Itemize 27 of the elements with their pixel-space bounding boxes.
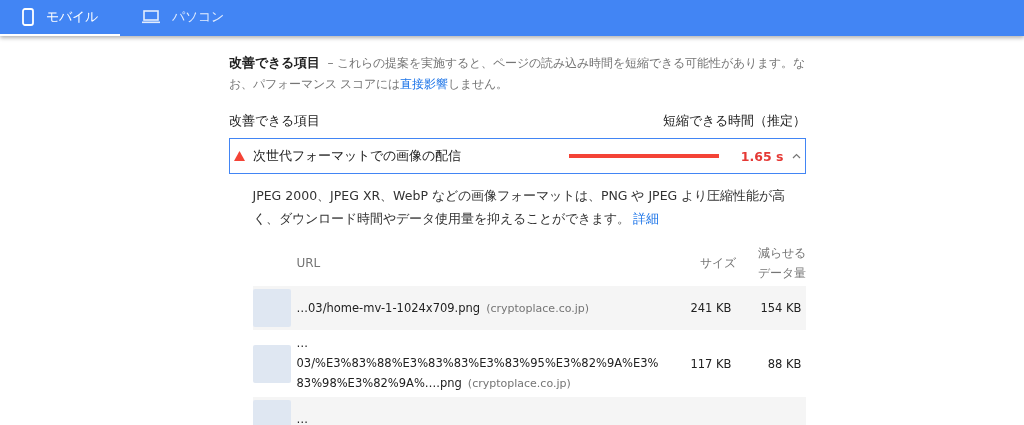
learn-more-link[interactable]: 詳細 bbox=[629, 211, 660, 226]
url-cell-text: …03/home-mv-1-1024x709.png (cryptoplace.co.jp) bbox=[296, 299, 591, 317]
column-header: 減らせるデータ量 bbox=[756, 245, 806, 282]
savings-value: 1.65 s bbox=[740, 148, 784, 164]
header-label: 改善できる項目 bbox=[228, 113, 320, 130]
size-cell-text: 117 KB bbox=[689, 355, 733, 373]
section-description: 改善できる項目 – これらの提案を実施すると、ページの読み込み時間を短縮できる可能性があります。なお、パフォーマンス スコアには直接影響しません。 bbox=[228, 54, 806, 93]
photo-placeholder bbox=[252, 289, 291, 327]
url-cell-text: … bbox=[296, 411, 309, 425]
chevron-icon[interactable] bbox=[791, 153, 801, 159]
url-cell-text: … 03/%E3%83%88%E3%83%83%E3%83%95%E3%82%9A%E3%83%98%E3%82%9A%….png (cryptoplace.co.jp) bbox=[296, 335, 660, 392]
column-header: URL bbox=[296, 255, 322, 272]
audit-row[interactable]: 次世代フォーマットでの画像の配信 1.65 s bbox=[228, 138, 806, 174]
savings-cell-text: 154 KB bbox=[759, 300, 803, 317]
audit-title: 次世代フォーマットでの画像の配信 bbox=[252, 147, 461, 165]
warning-triangle-icon bbox=[233, 151, 245, 161]
photo-placeholder bbox=[252, 344, 291, 383]
tab[interactable]: パソコン bbox=[120, 0, 246, 36]
header-label: 短縮できる時間（推定） bbox=[662, 113, 806, 130]
column-header: サイズ bbox=[698, 255, 736, 272]
size-cell-text: 241 KB bbox=[689, 300, 733, 317]
direct-impact-link[interactable]: 直接影響 bbox=[400, 77, 449, 91]
savings-cell-text: 88 KB bbox=[766, 355, 803, 373]
audit-description: JPEG 2000、JPEG XR、WebP などの画像フォーマットは、PNG や JPEG より圧縮性能が高く、ダウンロード時間やデータ使用量を抑えることができます。 詳細 bbox=[252, 187, 787, 228]
phone-icon bbox=[22, 8, 34, 26]
tab[interactable]: モバイル bbox=[0, 0, 120, 36]
laptop-icon bbox=[142, 10, 160, 24]
